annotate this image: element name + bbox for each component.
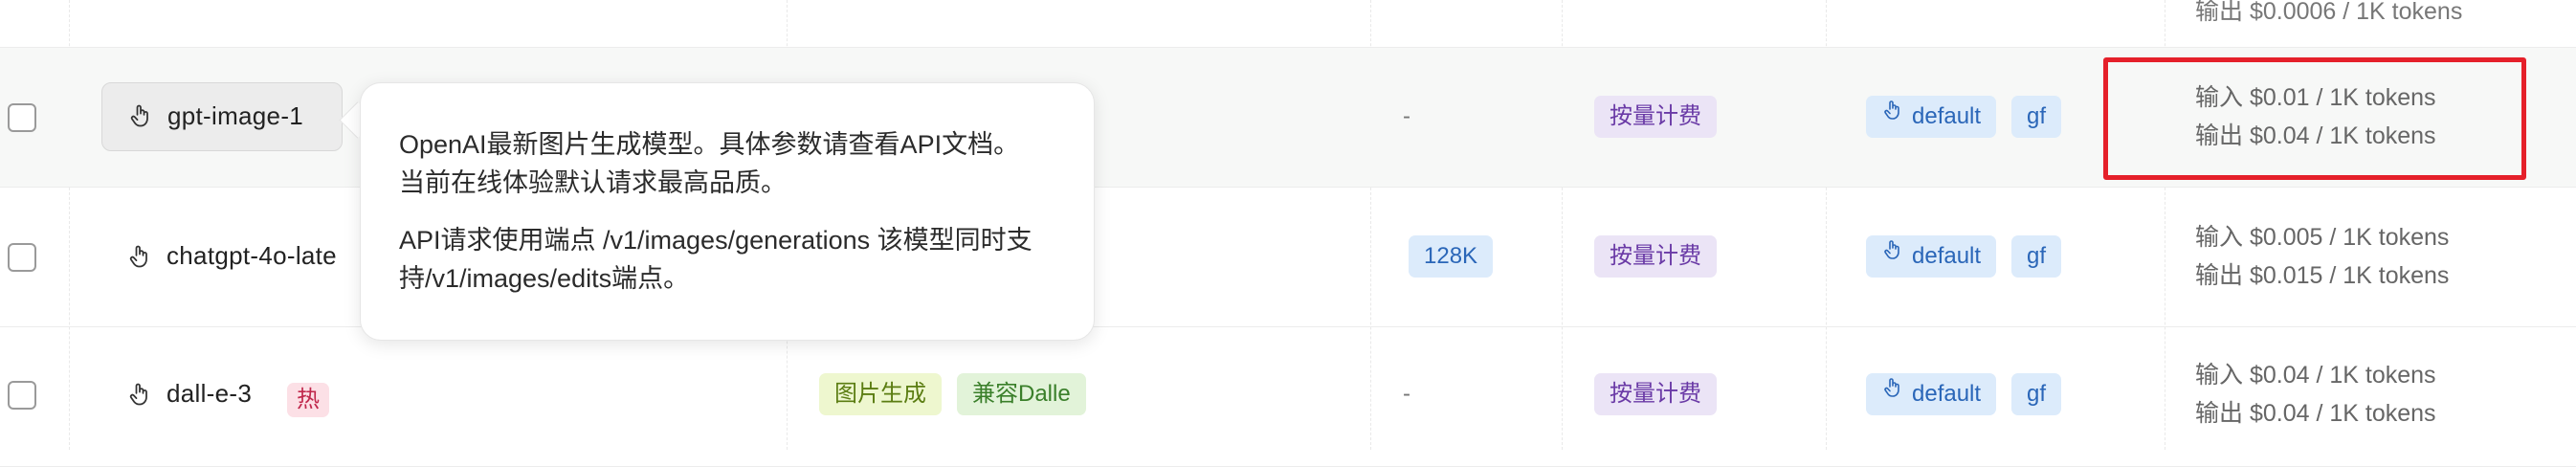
context-length-tag: 128K [1409,235,1494,278]
context-length: - [1403,103,1410,129]
price-output: 输出 $0.0006 / 1K tokens [2195,0,2463,25]
group-label: default [1912,243,1982,269]
billing-tag: 按量计费 [1594,96,1717,138]
pointer-hand-icon [126,243,153,270]
tooltip-text: API请求使用端点 /v1/images/generations 该模型同时支持… [399,226,1033,293]
price-input: 输入 $0.04 / 1K tokens [2195,362,2436,389]
group-tag-gf[interactable]: gf [2011,96,2062,138]
group-tag-gf[interactable]: gf [2011,235,2062,278]
group-label: default [1912,381,1982,407]
category-tag: 图片生成 [819,373,942,415]
row-checkbox[interactable] [8,103,36,132]
billing-tag: 按量计费 [1594,235,1717,278]
group-tag-default[interactable]: default [1866,234,1997,278]
pointer-hand-icon [1881,371,1904,413]
hot-badge: 热 [287,383,329,417]
group-label: default [1912,103,1982,129]
table-row-partial: 输出 $0.0006 / 1K tokens [0,0,2576,48]
model-name-chip[interactable]: gpt-image-1 [101,82,343,151]
group-tag-default[interactable]: default [1866,94,1997,138]
model-name[interactable]: chatgpt-4o-late [167,241,337,271]
pointer-hand-icon [127,102,154,129]
group-tag-gf[interactable]: gf [2011,373,2062,415]
row-checkbox[interactable] [8,381,36,410]
model-description-tooltip: OpenAI最新图片生成模型。具体参数请查看API文档。 当前在线体验默认请求最高… [360,82,1095,341]
category-tag: 兼容Dalle [957,373,1086,415]
pointer-hand-icon [1881,94,1904,136]
price-input: 输入 $0.005 / 1K tokens [2195,224,2450,251]
pointer-hand-icon [1881,234,1904,276]
price-output: 输出 $0.015 / 1K tokens [2195,262,2450,289]
group-tag-default[interactable]: default [1866,371,1997,415]
model-name: gpt-image-1 [167,101,304,130]
table-row[interactable]: dall-e-3 热 图片生成 兼容Dalle - 按量计费 default g… [0,327,2576,467]
model-name[interactable]: dall-e-3 [167,379,252,409]
highlight-box [2103,57,2526,180]
tooltip-text: OpenAI最新图片生成模型。具体参数请查看API文档。 当前在线体验默认请求最高… [399,130,1020,197]
context-length: - [1403,381,1410,407]
billing-tag: 按量计费 [1594,373,1717,415]
row-checkbox[interactable] [8,243,36,272]
price-output: 输出 $0.04 / 1K tokens [2195,400,2436,427]
pointer-hand-icon [126,381,153,408]
